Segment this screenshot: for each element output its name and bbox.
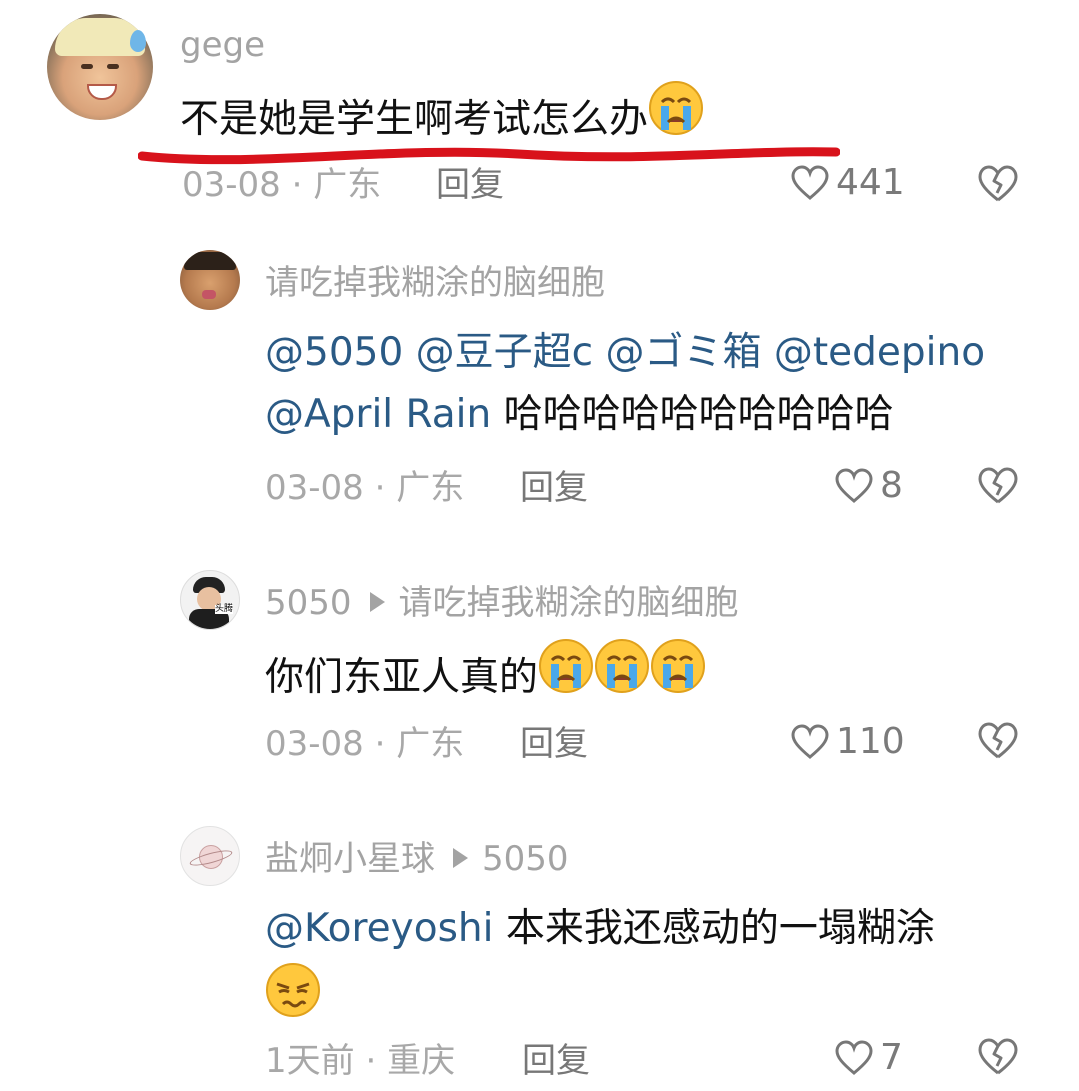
like-count: 7 xyxy=(880,1037,903,1078)
comment-meta: 03-08 · 广东 xyxy=(265,724,465,764)
broken-heart-icon[interactable] xyxy=(976,467,1020,505)
avatar-yanjiong[interactable] xyxy=(180,826,240,886)
like-button[interactable]: 8 xyxy=(834,468,903,504)
reply-target[interactable]: 5050 xyxy=(482,839,569,879)
comment-username[interactable]: gege xyxy=(180,28,265,62)
heart-icon xyxy=(835,1040,873,1075)
like-count: 110 xyxy=(836,721,905,762)
avatar-eye-left xyxy=(81,64,93,69)
comment-text-body: 哈哈哈哈哈哈哈哈哈哈 xyxy=(491,392,894,437)
broken-heart-icon[interactable] xyxy=(976,1038,1020,1076)
avatar-5050[interactable]: 头腾 xyxy=(180,570,240,630)
comment-text-line1: @Koreyoshi 本来我还感动的一塌糊涂 xyxy=(265,898,935,960)
heart-icon xyxy=(791,165,829,200)
mention-list[interactable]: @5050 @豆子超c @ゴミ箱 @tedepino xyxy=(265,322,985,384)
comment-location: 广东 xyxy=(396,724,465,764)
comment-text: 你们东亚人真的 xyxy=(265,639,706,717)
comment-date: 1天前 xyxy=(265,1041,355,1081)
reply-arrow-icon xyxy=(369,591,385,612)
reply-button[interactable]: 回复 xyxy=(520,727,588,761)
crying-face-icon xyxy=(650,638,706,713)
comment-username[interactable]: 请吃掉我糊涂的脑细胞 xyxy=(265,266,605,300)
comment-meta: 03-08 · 广东 xyxy=(182,165,382,205)
comment-author[interactable]: 5050 xyxy=(265,583,352,623)
comment-text-body: 本来我还感动的一塌糊涂 xyxy=(493,906,935,951)
mention-link[interactable]: @Koreyoshi xyxy=(265,906,493,951)
reply-arrow-icon xyxy=(453,847,468,868)
comment-date: 03-08 xyxy=(265,724,364,764)
heart-icon xyxy=(791,724,829,759)
avatar-mouth xyxy=(87,84,117,100)
mention-link[interactable]: @April Rain xyxy=(265,392,491,437)
reply-button[interactable]: 回复 xyxy=(520,471,588,505)
comment-text: @Koreyoshi 本来我还感动的一塌糊涂 xyxy=(265,898,935,1035)
avatar-eye-right xyxy=(107,64,119,69)
comment-location: 重庆 xyxy=(387,1041,456,1081)
sweat-drop-icon xyxy=(130,30,146,52)
avatar-qingchi[interactable] xyxy=(180,250,240,310)
reply-button[interactable]: 回复 xyxy=(522,1044,590,1078)
heart-icon xyxy=(835,468,873,503)
like-count: 441 xyxy=(836,162,905,203)
like-button[interactable]: 441 xyxy=(790,165,905,201)
comment-text-line2: @April Rain 哈哈哈哈哈哈哈哈哈哈 xyxy=(265,384,985,446)
like-count: 8 xyxy=(880,465,903,506)
comment-text-line2 xyxy=(265,960,935,1035)
comment-date: 03-08 xyxy=(182,165,281,205)
broken-heart-icon[interactable] xyxy=(976,165,1020,203)
crying-face-icon xyxy=(594,638,650,713)
reply-button[interactable]: 回复 xyxy=(436,168,504,202)
avatar-badge: 头腾 xyxy=(215,604,234,614)
comment-meta: 1天前 · 重庆 xyxy=(265,1041,456,1081)
comment-meta: 03-08 · 广东 xyxy=(265,468,465,508)
avatar-mouth xyxy=(202,290,216,299)
comment-text-body: 不是她是学生啊考试怎么办 xyxy=(180,97,649,142)
avatar-hair xyxy=(184,252,236,270)
comment-text: @5050 @豆子超c @ゴミ箱 @tedepino @April Rain 哈… xyxy=(265,322,985,446)
comment-author[interactable]: 盐炯小星球 xyxy=(265,839,435,879)
smirk-face-icon xyxy=(265,962,321,1037)
reply-target[interactable]: 请吃掉我糊涂的脑细胞 xyxy=(399,583,739,623)
like-button[interactable]: 110 xyxy=(790,724,905,760)
comment-text-body: 你们东亚人真的 xyxy=(265,655,539,700)
comment-username[interactable]: 盐炯小星球 5050 xyxy=(265,842,569,876)
like-button[interactable]: 7 xyxy=(834,1040,903,1076)
comment-location: 广东 xyxy=(313,165,382,205)
broken-heart-icon[interactable] xyxy=(976,722,1020,760)
comment-location: 广东 xyxy=(396,468,465,508)
crying-face-icon xyxy=(538,638,594,713)
comment-username[interactable]: 5050 请吃掉我糊涂的脑细胞 xyxy=(265,586,739,620)
comment-date: 03-08 xyxy=(265,468,364,508)
